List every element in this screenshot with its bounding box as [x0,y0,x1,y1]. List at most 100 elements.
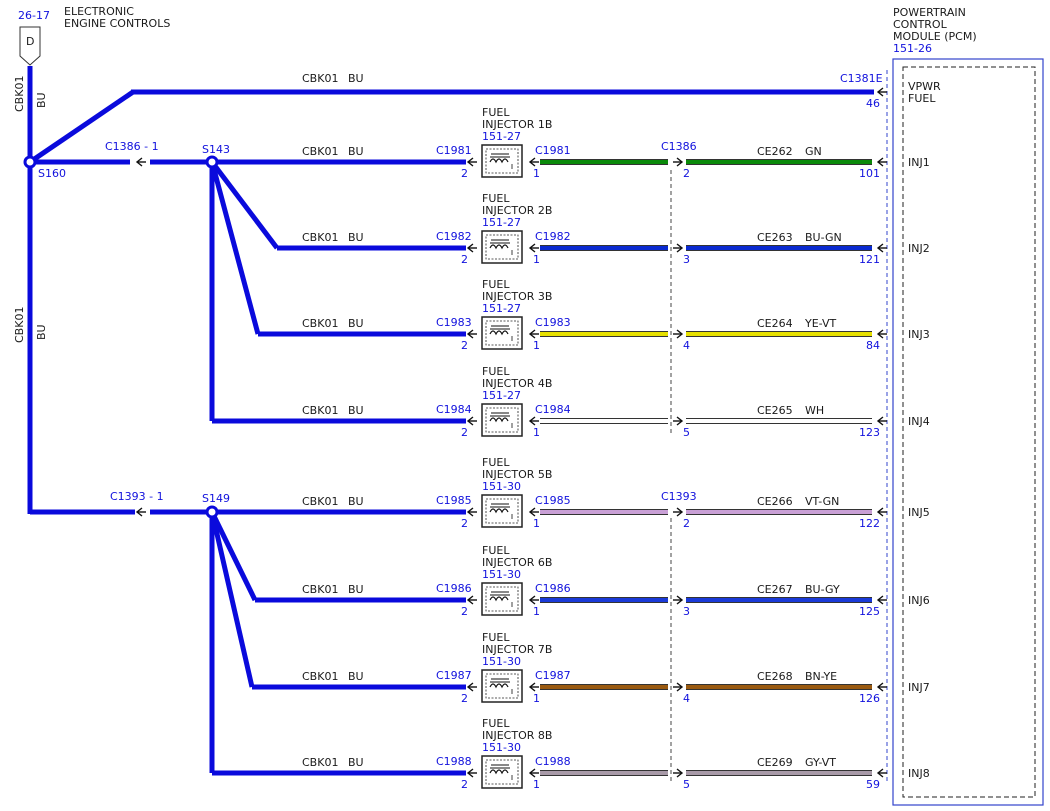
pcm-pin-number: 126 [859,692,880,705]
injector-connector-label-out[interactable]: C1981 [535,144,571,157]
injector-row-6: CBK01 BU C19862FUELINJECTOR 6B151-30C19861… [255,544,930,618]
pcm-pin-arrow-icon [876,243,887,253]
injector-pin-in-arrow-icon [466,768,477,778]
injector-page-ref[interactable]: 151-27 [482,302,521,315]
injector-pin-in-arrow-icon [466,329,477,339]
supply-circuit-label: CBK01 [302,495,338,508]
splice-s149-label: S149 [202,492,230,505]
pcm-pin-label: INJ3 [908,328,930,341]
injector-page-ref[interactable]: 151-30 [482,568,521,581]
injector-connector-label-in[interactable]: C1982 [436,230,472,243]
control-color-label: GY-VT [805,756,836,769]
control-color-label: BU-GN [805,231,842,244]
injector-connector-label-out[interactable]: C1987 [535,669,571,682]
pcm-pin-arrow-icon [876,507,887,517]
control-circuit-label: CE264 [757,317,793,330]
inline-connector-arrow-icon [673,243,684,253]
supply-color-label: BU [348,317,364,330]
pcm-page-ref[interactable]: 151-26 [893,42,932,55]
injector-row-3: CBK01 BU C19832FUELINJECTOR 3B151-27C19831… [258,278,930,352]
injector-connector-label-out[interactable]: C1984 [535,403,571,416]
fuel-injector-icon[interactable] [481,230,523,264]
pcm-pin-number: 101 [859,167,880,180]
injector-page-ref[interactable]: 151-27 [482,130,521,143]
supply-color-label: BU [348,756,364,769]
injector-row-8: CBK01 BU C19882FUELINJECTOR 8B151-30C19881… [212,717,930,791]
injector-connector-label-in[interactable]: C1984 [436,403,472,416]
injector-connector-label-out[interactable]: C1988 [535,755,571,768]
injector-page-ref[interactable]: 151-30 [482,655,521,668]
injector-connector-label-in[interactable]: C1987 [436,669,472,682]
injector-page-ref[interactable]: 151-30 [482,741,521,754]
trunk-color-label-top: BU [35,92,48,108]
injector-pin-in: 2 [461,253,468,266]
system-title-line2: ENGINE CONTROLS [64,17,170,30]
injector-connector-label-out[interactable]: C1986 [535,582,571,595]
pcm-pin-label: INJ5 [908,506,930,519]
injector-connector-label-out[interactable]: C1982 [535,230,571,243]
injector-connector-label-in[interactable]: C1981 [436,144,472,157]
vpwr-pcm-label-line2: FUEL [908,92,936,105]
supply-color-label: BU [348,670,364,683]
fuel-injector-icon[interactable] [481,494,523,528]
injector-connector-label-in[interactable]: C1988 [436,755,472,768]
injector-pin-out: 1 [533,605,540,618]
injector-connector-label-out[interactable]: C1985 [535,494,571,507]
injector-row-2: CBK01 BU C19822FUELINJECTOR 2B151-27C19821… [277,192,930,266]
supply-color-label: BU [348,145,364,158]
page-ref-26-17[interactable]: 26-17 [18,9,50,22]
control-color-label: BU-GY [805,583,840,596]
c1393-inline-label[interactable]: C1393 - 1 [110,490,164,503]
fuel-injector-icon[interactable] [481,316,523,350]
splice-s149[interactable] [205,505,219,519]
vpwr-pin-arrow-icon [876,87,887,97]
pcm-pin-arrow-icon [876,595,887,605]
injector-pin-out-arrow-icon [528,768,539,778]
injector-row-5: CBK01 BU C19852FUELINJECTOR 5B151-30C19851… [212,456,930,530]
supply-circuit-label: CBK01 [302,231,338,244]
trunk-color-label-mid: BU [35,324,48,340]
supply-circuit-label: CBK01 [302,317,338,330]
control-circuit-label: CE263 [757,231,793,244]
injector-page-ref[interactable]: 151-27 [482,389,521,402]
injector-connector-label-in[interactable]: C1985 [436,494,472,507]
injector-pin-out: 1 [533,692,540,705]
vpwr-color-label: BU [348,72,364,85]
inline-connector-arrow-icon [673,416,684,426]
fuel-injector-icon[interactable] [481,582,523,616]
pcm-pin-number: 121 [859,253,880,266]
fuel-injector-icon[interactable] [481,403,523,437]
control-circuit-label: CE262 [757,145,793,158]
pcm-pin-number: 122 [859,517,880,530]
injector-pin-in: 2 [461,339,468,352]
splice-s143[interactable] [205,155,219,169]
injector-page-ref[interactable]: 151-27 [482,216,521,229]
injector-pin-out: 1 [533,253,540,266]
pcm-pin-number: 125 [859,605,880,618]
injector-connector-label-out[interactable]: C1983 [535,316,571,329]
injector-pin-in-arrow-icon [466,416,477,426]
pcm-pin-label: INJ6 [908,594,930,607]
control-color-label: BN-YE [805,670,837,683]
fuel-injector-icon[interactable] [481,144,523,178]
off-page-marker: D [26,35,34,48]
injector-page-ref[interactable]: 151-30 [482,480,521,493]
inline-connector-arrow-icon [673,768,684,778]
c1393-pcm-side-label[interactable]: C1393 [661,490,697,503]
splice-s160[interactable] [23,155,37,169]
supply-circuit-label: CBK01 [302,145,338,158]
inline-connector-arrow-icon [673,329,684,339]
injector-pin-out-arrow-icon [528,507,539,517]
pcm-pin-arrow-icon [876,416,887,426]
c1386-pcm-side-label[interactable]: C1386 [661,140,697,153]
injector-row-4: CBK01 BU C19842FUELINJECTOR 4B151-27C19841… [212,365,930,439]
inline-connector-pin: 5 [683,426,690,439]
fuel-injector-icon[interactable] [481,755,523,789]
c1386-inline-label[interactable]: C1386 - 1 [105,140,159,153]
injector-connector-label-in[interactable]: C1983 [436,316,472,329]
fuel-injector-icon[interactable] [481,669,523,703]
control-circuit-label: CE269 [757,756,793,769]
pcm-pin-label: INJ2 [908,242,930,255]
injector-connector-label-in[interactable]: C1986 [436,582,472,595]
vpwr-connector-label[interactable]: C1381E [840,72,883,85]
